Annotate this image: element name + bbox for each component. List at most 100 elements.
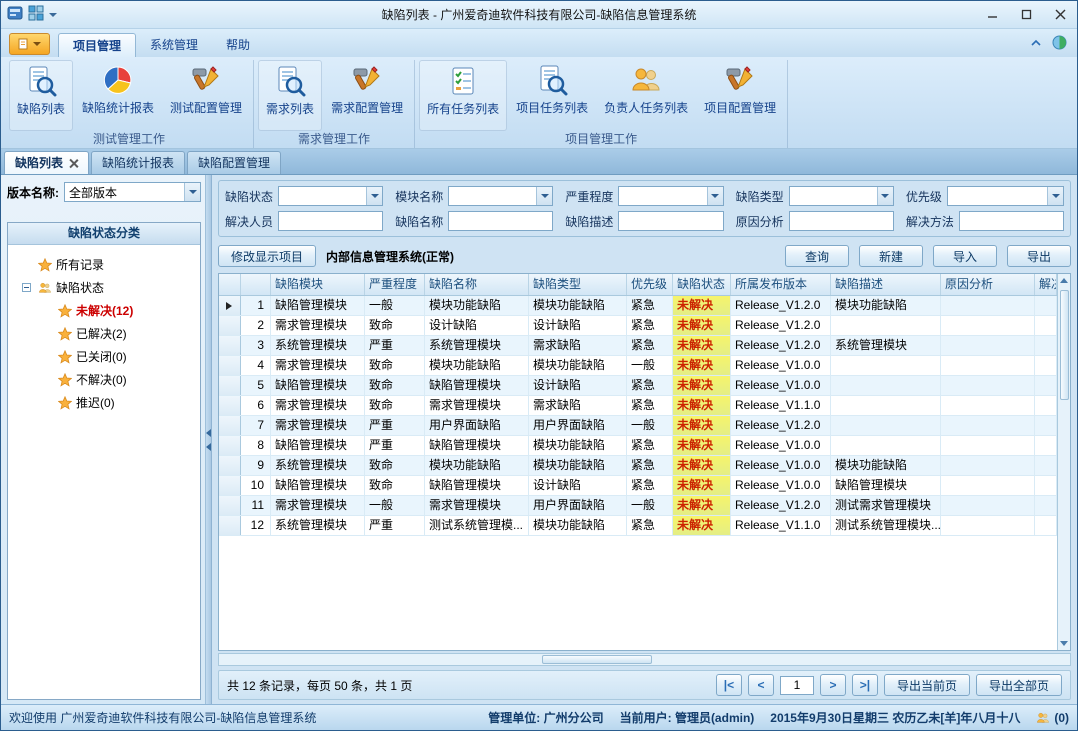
maximize-button[interactable] [1009, 1, 1043, 28]
chevron-down-icon[interactable] [1047, 187, 1063, 205]
owner-tasks-list-button[interactable]: 负责人任务列表 [597, 60, 695, 131]
project-config-management-button[interactable]: 项目配置管理 [697, 60, 783, 131]
table-row[interactable]: 12 系统管理模块 严重 测试系统管理模... 模块功能缺陷 紧急 未解决 Re… [219, 516, 1057, 536]
close-icon[interactable] [69, 159, 78, 168]
column-header[interactable]: 严重程度 [365, 274, 425, 295]
cell-name: 缺陷管理模块 [425, 436, 529, 455]
chevron-down-icon[interactable] [707, 187, 723, 205]
table-row[interactable]: 7 需求管理模块 严重 用户界面缺陷 用户界面缺陷 一般 未解决 Release… [219, 416, 1057, 436]
filter-combo[interactable] [947, 186, 1064, 206]
horizontal-scrollbar[interactable] [218, 653, 1071, 666]
column-header[interactable]: 缺陷模块 [271, 274, 365, 295]
cell-module: 需求管理模块 [271, 356, 365, 375]
table-row[interactable]: 3 系统管理模块 严重 系统管理模块 需求缺陷 紧急 未解决 Release_V… [219, 336, 1057, 356]
prev-page-button[interactable]: < [748, 674, 774, 696]
filter-input[interactable] [278, 211, 383, 231]
defect-statistics-report-button[interactable]: 缺陷统计报表 [75, 60, 161, 131]
column-header[interactable]: 缺陷状态 [673, 274, 731, 295]
tree-item-defect-status[interactable]: 缺陷状态 [12, 276, 196, 299]
vertical-scrollbar[interactable] [1057, 274, 1070, 650]
import-button[interactable]: 导入 [933, 245, 997, 267]
defect-list-button[interactable]: 缺陷列表 [9, 60, 73, 131]
search-button[interactable]: 查询 [785, 245, 849, 267]
column-header[interactable]: 解决 [1035, 274, 1057, 295]
column-header[interactable]: 所属发布版本 [731, 274, 831, 295]
chevron-down-icon[interactable] [184, 183, 200, 201]
close-button[interactable] [1043, 1, 1077, 28]
table-row[interactable]: 2 需求管理模块 致命 设计缺陷 设计缺陷 紧急 未解决 Release_V1.… [219, 316, 1057, 336]
doc-tab-defect-list[interactable]: 缺陷列表 [4, 151, 89, 174]
filter-input[interactable] [448, 211, 553, 231]
filter-combo[interactable] [448, 186, 553, 206]
table-row[interactable]: 8 缺陷管理模块 严重 缺陷管理模块 模块功能缺陷 紧急 未解决 Release… [219, 436, 1057, 456]
pagination-bar: 共 12 条记录，每页 50 条，共 1 页 |< < > >| 导出当前页 导… [218, 670, 1071, 700]
export-current-page-button[interactable]: 导出当前页 [884, 674, 970, 696]
tab-system-management[interactable]: 系统管理 [136, 33, 212, 57]
export-all-pages-button[interactable]: 导出全部页 [976, 674, 1062, 696]
cell-severity: 严重 [365, 516, 425, 535]
table-row[interactable]: 11 需求管理模块 一般 需求管理模块 用户界面缺陷 一般 未解决 Releas… [219, 496, 1057, 516]
export-button[interactable]: 导出 [1007, 245, 1071, 267]
last-page-button[interactable]: >| [852, 674, 878, 696]
cell-priority: 一般 [627, 496, 673, 515]
filter-input[interactable] [789, 211, 894, 231]
column-header[interactable]: 缺陷描述 [831, 274, 941, 295]
tab-help[interactable]: 帮助 [212, 33, 264, 57]
column-header[interactable]: 原因分析 [941, 274, 1035, 295]
table-row[interactable]: 6 需求管理模块 致命 需求管理模块 需求缺陷 紧急 未解决 Release_V… [219, 396, 1057, 416]
scrollbar-thumb[interactable] [542, 655, 652, 664]
sidebar-splitter[interactable] [205, 175, 212, 704]
version-select[interactable]: 全部版本 [64, 182, 201, 202]
first-page-button[interactable]: |< [716, 674, 742, 696]
requirement-config-management-button[interactable]: 需求配置管理 [324, 60, 410, 131]
column-header[interactable]: 缺陷类型 [529, 274, 627, 295]
doc-tab-defect-config[interactable]: 缺陷配置管理 [187, 151, 281, 174]
filter-combo[interactable] [789, 186, 894, 206]
new-button[interactable]: 新建 [859, 245, 923, 267]
project-tasks-list-button[interactable]: 项目任务列表 [509, 60, 595, 131]
filter-input[interactable] [959, 211, 1064, 231]
minimize-button[interactable] [975, 1, 1009, 28]
column-header[interactable]: 优先级 [627, 274, 673, 295]
doc-tab-defect-statistics[interactable]: 缺陷统计报表 [91, 151, 185, 174]
cell-description [831, 316, 941, 335]
table-row[interactable]: 5 缺陷管理模块 致命 缺陷管理模块 设计缺陷 紧急 未解决 Release_V… [219, 376, 1057, 396]
page-number-input[interactable] [780, 676, 814, 695]
tree-item-status[interactable]: 不解决(0) [12, 368, 196, 391]
chevron-down-icon[interactable] [877, 187, 893, 205]
tree-item-all-records[interactable]: 所有记录 [12, 253, 196, 276]
filter-input[interactable] [618, 211, 723, 231]
scrollbar-thumb[interactable] [1060, 290, 1069, 400]
test-config-management-button[interactable]: 测试配置管理 [163, 60, 249, 131]
table-row[interactable]: 4 需求管理模块 致命 模块功能缺陷 模块功能缺陷 一般 未解决 Release… [219, 356, 1057, 376]
collapse-ribbon-icon[interactable] [1030, 37, 1042, 51]
tree-item-status[interactable]: 已关闭(0) [12, 345, 196, 368]
cell-priority: 一般 [627, 416, 673, 435]
tree-item-status[interactable]: 已解决(2) [12, 322, 196, 345]
requirement-list-button[interactable]: 需求列表 [258, 60, 322, 131]
next-page-button[interactable]: > [820, 674, 846, 696]
table-row[interactable]: 9 系统管理模块 致命 模块功能缺陷 模块功能缺陷 紧急 未解决 Release… [219, 456, 1057, 476]
column-header[interactable]: 缺陷名称 [425, 274, 529, 295]
all-tasks-list-button[interactable]: 所有任务列表 [419, 60, 507, 131]
cell-name: 测试系统管理模... [425, 516, 529, 535]
filter-combo[interactable] [278, 186, 383, 206]
skin-icon[interactable] [1052, 35, 1067, 53]
chevron-down-icon[interactable] [536, 187, 552, 205]
tree-item-status[interactable]: 未解决(12) [12, 299, 196, 322]
table-row[interactable]: 1 缺陷管理模块 一般 模块功能缺陷 模块功能缺陷 紧急 未解决 Release… [219, 296, 1057, 316]
scroll-up-icon[interactable] [1060, 278, 1068, 283]
table-row[interactable]: 10 缺陷管理模块 致命 缺陷管理模块 设计缺陷 紧急 未解决 Release_… [219, 476, 1057, 496]
modify-display-items-button[interactable]: 修改显示项目 [218, 245, 316, 267]
tab-project-management[interactable]: 项目管理 [58, 33, 136, 57]
tree-item-status[interactable]: 推迟(0) [12, 391, 196, 414]
cell-priority: 紧急 [627, 316, 673, 335]
application-menu-button[interactable] [9, 33, 50, 55]
cell-severity: 致命 [365, 376, 425, 395]
chevron-down-icon[interactable] [366, 187, 382, 205]
chevron-down-icon[interactable] [49, 13, 57, 17]
collapse-box-icon[interactable] [18, 283, 34, 292]
scroll-down-icon[interactable] [1060, 641, 1068, 646]
layout-switcher-icon[interactable] [28, 5, 44, 24]
filter-combo[interactable] [618, 186, 723, 206]
